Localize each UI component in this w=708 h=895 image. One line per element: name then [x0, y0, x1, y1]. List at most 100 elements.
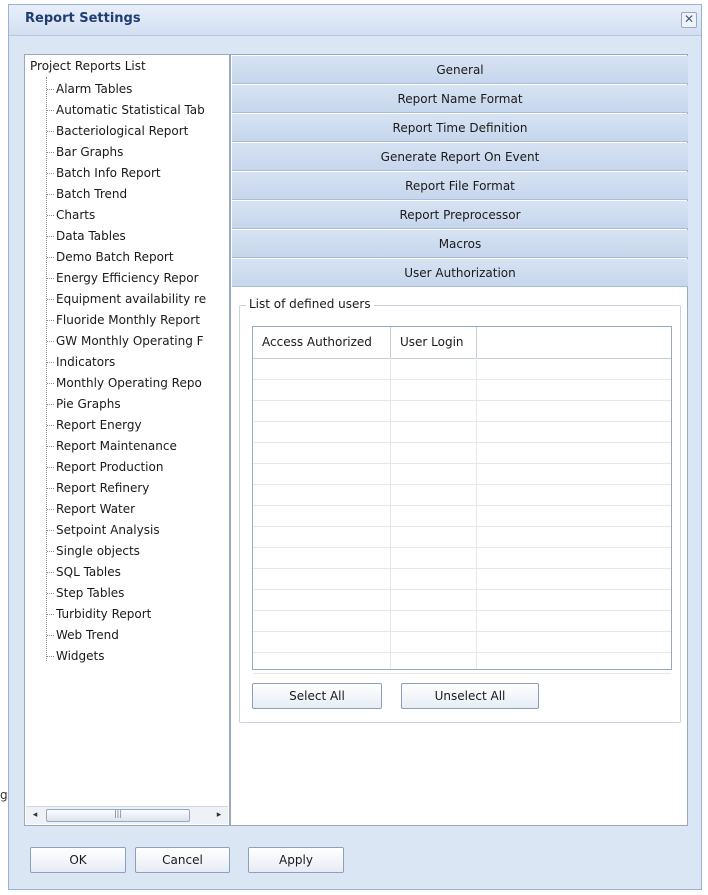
section-header-user-authorization[interactable]: User Authorization [232, 259, 688, 287]
tree-item[interactable]: Report Energy [47, 415, 229, 436]
table-row[interactable] [253, 611, 671, 632]
tree-item[interactable]: Batch Info Report [47, 163, 229, 184]
users-grid[interactable]: Access Authorized User Login [252, 326, 672, 674]
column-header-user-login[interactable]: User Login [391, 327, 477, 358]
tree-item[interactable]: Pie Graphs [47, 394, 229, 415]
tree-connector [47, 404, 54, 405]
cancel-button[interactable]: Cancel [135, 847, 230, 873]
tree-item[interactable]: Charts [47, 205, 229, 226]
tree-connector [47, 530, 54, 531]
tree-item[interactable]: Batch Trend [47, 184, 229, 205]
tree-connector [47, 152, 54, 153]
tree-item[interactable]: Demo Batch Report [47, 247, 229, 268]
tree-connector [47, 425, 54, 426]
tree-item[interactable]: Monthly Operating Repo [47, 373, 229, 394]
tree-item-label: GW Monthly Operating F [56, 334, 204, 348]
table-row[interactable] [253, 527, 671, 548]
tree-item[interactable]: Step Tables [47, 583, 229, 604]
horizontal-scrollbar[interactable]: ◂ ||| ▸ [26, 806, 228, 824]
table-row[interactable] [253, 590, 671, 611]
table-row[interactable] [253, 401, 671, 422]
tree-connector [47, 173, 54, 174]
tree-item[interactable]: Report Maintenance [47, 436, 229, 457]
tree-connector [47, 446, 54, 447]
tree-item[interactable]: Fluoride Monthly Report [47, 310, 229, 331]
tree-item-label: Bar Graphs [56, 145, 124, 159]
tree-item-label: Charts [56, 208, 96, 222]
table-row[interactable] [253, 422, 671, 443]
section-header-report-name-format[interactable]: Report Name Format [232, 85, 688, 113]
tree-item-label: Single objects [56, 544, 140, 558]
tree-item[interactable]: Turbidity Report [47, 604, 229, 625]
tree-connector [47, 509, 54, 510]
tree-item[interactable]: Report Refinery [47, 478, 229, 499]
tree-item[interactable]: Report Water [47, 499, 229, 520]
table-row[interactable] [253, 485, 671, 506]
unselect-all-button[interactable]: Unselect All [401, 683, 539, 709]
project-reports-tree[interactable]: Project Reports List Alarm Tables Automat… [24, 54, 230, 826]
tree-item[interactable]: Data Tables [47, 226, 229, 247]
tree-item-label: Demo Batch Report [56, 250, 174, 264]
tree-item[interactable]: SQL Tables [47, 562, 229, 583]
tree-root-label[interactable]: Project Reports List [30, 59, 146, 73]
tree-item[interactable]: Setpoint Analysis [47, 520, 229, 541]
section-header-report-file-format[interactable]: Report File Format [232, 172, 688, 200]
dialog-title: Report Settings [25, 11, 141, 26]
select-all-button[interactable]: Select All [252, 683, 382, 709]
tree-connector [47, 341, 54, 342]
table-row[interactable] [253, 632, 671, 653]
tree-item[interactable]: Bar Graphs [47, 142, 229, 163]
title-bar: Report Settings ✕ [9, 5, 701, 36]
ok-button[interactable]: OK [30, 847, 126, 873]
apply-button[interactable]: Apply [248, 847, 344, 873]
tree-item-label: Monthly Operating Repo [56, 376, 202, 390]
section-header-report-preprocessor[interactable]: Report Preprocessor [232, 201, 688, 229]
grid-column-divider [390, 358, 391, 669]
tree-item[interactable]: Web Trend [47, 625, 229, 646]
tree-item-label: Equipment availability re [56, 292, 207, 306]
tree-item[interactable]: Automatic Statistical Tab [47, 100, 229, 121]
section-header-generate-report-on-event[interactable]: Generate Report On Event [232, 143, 688, 171]
tree-item[interactable]: Indicators [47, 352, 229, 373]
section-header-macros[interactable]: Macros [232, 230, 688, 258]
tree-item-label: Widgets [56, 649, 105, 663]
tree-item-label: Step Tables [56, 586, 125, 600]
tree-item-label: Batch Trend [56, 187, 128, 201]
tree-item[interactable]: Alarm Tables [47, 79, 229, 100]
tree-connector [47, 299, 54, 300]
scroll-left-icon[interactable]: ◂ [28, 808, 42, 823]
table-row[interactable] [253, 464, 671, 485]
tree-item[interactable]: Single objects [47, 541, 229, 562]
table-row[interactable] [253, 380, 671, 401]
scroll-right-icon[interactable]: ▸ [212, 808, 226, 823]
tree-item-label: Bacteriological Report [56, 124, 189, 138]
scroll-thumb[interactable]: ||| [46, 809, 190, 822]
close-icon[interactable]: ✕ [681, 12, 697, 28]
table-row[interactable] [253, 359, 671, 380]
tree-item-label: SQL Tables [56, 565, 121, 579]
tree-item[interactable]: Energy Efficiency Repor [47, 268, 229, 289]
tree-item[interactable]: GW Monthly Operating F [47, 331, 229, 352]
tree-connector [47, 593, 54, 594]
tree-item[interactable]: Bacteriological Report [47, 121, 229, 142]
table-row[interactable] [253, 506, 671, 527]
tree-connector [47, 89, 54, 90]
tree-connector [47, 572, 54, 573]
section-header-report-time-definition[interactable]: Report Time Definition [232, 114, 688, 142]
column-header-access-authorized[interactable]: Access Authorized [253, 327, 391, 358]
table-row[interactable] [253, 443, 671, 464]
defined-users-group: List of defined users Access Authorized … [239, 297, 681, 723]
tree-connector [47, 551, 54, 552]
group-title: List of defined users [246, 297, 374, 311]
section-header-general[interactable]: General [232, 56, 688, 84]
tree-item[interactable]: Report Production [47, 457, 229, 478]
table-row[interactable] [253, 653, 671, 674]
table-row[interactable] [253, 569, 671, 590]
tree-item-label: Turbidity Report [56, 607, 152, 621]
tree-item-label: Report Refinery [56, 481, 150, 495]
tree-item-label: Energy Efficiency Repor [56, 271, 199, 285]
tree-connector [47, 467, 54, 468]
table-row[interactable] [253, 548, 671, 569]
tree-item[interactable]: Equipment availability re [47, 289, 229, 310]
tree-item[interactable]: Widgets [47, 646, 229, 667]
